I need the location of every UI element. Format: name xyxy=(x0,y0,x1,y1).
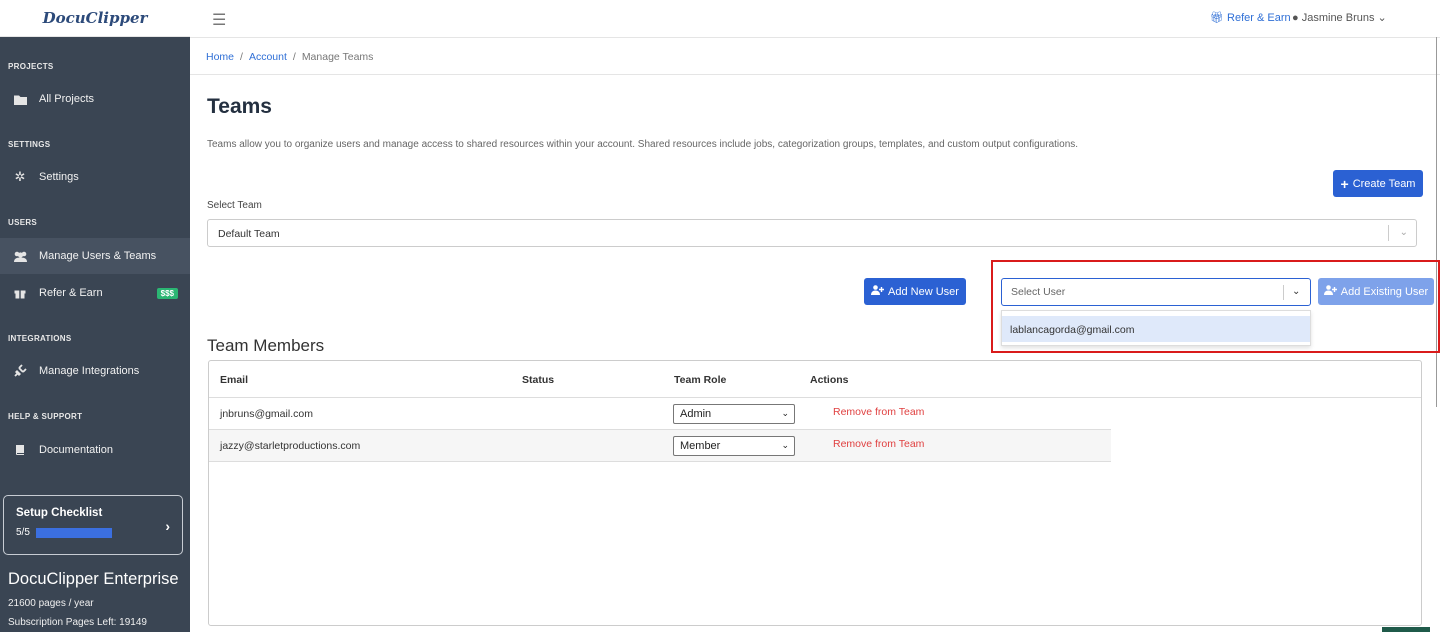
checklist-progress-bar xyxy=(35,527,112,538)
breadcrumb-current: Manage Teams xyxy=(301,51,374,63)
column-header-actions: Actions xyxy=(810,374,849,386)
column-header-team-role: Team Role xyxy=(674,374,727,386)
book-icon xyxy=(10,444,30,456)
plan-pages-left: Subscription Pages Left: 19149 xyxy=(8,617,147,628)
sidebar: DocuClipper PROJECTS All Projects SETTIN… xyxy=(0,0,190,632)
chevron-down-icon: ⌄ xyxy=(781,408,789,418)
plan-name: DocuClipper Enterprise xyxy=(8,570,179,588)
section-label-settings: SETTINGS xyxy=(8,140,51,149)
checklist-progress-fill xyxy=(35,527,112,538)
page-description: Teams allow you to organize users and ma… xyxy=(207,139,1079,150)
role-value: Admin xyxy=(680,408,712,420)
refer-earn-link[interactable]: 🎁︎ Refer & Earn xyxy=(1210,11,1291,24)
sidebar-item-documentation[interactable]: Documentation xyxy=(0,432,190,468)
user-menu[interactable]: ● Jasmine Bruns ⌄ xyxy=(1292,11,1387,24)
user-circle-icon: ● xyxy=(1292,12,1299,24)
header-divider xyxy=(209,397,1421,398)
create-team-button[interactable]: + Create Team xyxy=(1333,170,1423,197)
sidebar-item-label: All Projects xyxy=(39,93,95,105)
chevron-down-icon: ⌄ xyxy=(1377,12,1387,24)
sidebar-item-label: Refer & Earn xyxy=(39,287,103,299)
folder-icon xyxy=(10,94,30,105)
team-members-table xyxy=(208,360,1422,626)
plan-pages-per-year: 21600 pages / year xyxy=(8,598,94,609)
remove-from-team-link[interactable]: Remove from Team xyxy=(833,438,924,450)
sidebar-item-label: Settings xyxy=(39,171,79,183)
add-new-user-label: Add New User xyxy=(888,285,959,298)
section-label-users: USERS xyxy=(8,218,38,227)
row-divider xyxy=(209,461,1111,462)
checklist-title: Setup Checklist xyxy=(16,507,103,519)
add-new-user-button[interactable]: Add New User xyxy=(864,278,966,305)
sidebar-item-label: Documentation xyxy=(39,444,113,456)
remove-from-team-link[interactable]: Remove from Team xyxy=(833,406,924,418)
column-header-email: Email xyxy=(220,374,249,386)
sidebar-item-all-projects[interactable]: All Projects xyxy=(0,81,190,117)
select-team-label: Select Team xyxy=(207,200,262,211)
users-icon xyxy=(10,251,30,262)
chevron-down-icon: ⌄ xyxy=(1388,225,1408,241)
logo-text: DocuClipper xyxy=(42,9,148,27)
add-user-icon xyxy=(871,285,885,298)
checklist-progress-text: 5/5 xyxy=(16,527,30,538)
earn-badge: $$$ xyxy=(156,287,178,299)
gear-icon: ✲ xyxy=(14,169,26,184)
row-email: jnbruns@gmail.com xyxy=(220,408,313,420)
row-email: jazzy@starletproductions.com xyxy=(220,440,361,452)
floating-widget[interactable] xyxy=(1382,627,1430,632)
chevron-right-icon: › xyxy=(165,518,170,534)
selected-team: Default Team xyxy=(218,228,280,240)
sidebar-item-refer-earn[interactable]: Refer & Earn $$$ xyxy=(0,275,190,311)
column-header-status: Status xyxy=(522,374,555,386)
sidebar-item-settings[interactable]: ✲ Settings xyxy=(0,159,190,195)
breadcrumb-home[interactable]: Home xyxy=(206,51,234,63)
plug-icon xyxy=(10,364,30,378)
create-team-label: Create Team xyxy=(1352,177,1416,190)
section-label-help: HELP & SUPPORT xyxy=(8,412,83,421)
plus-icon: + xyxy=(1340,175,1349,192)
row-divider xyxy=(209,429,1111,430)
team-select[interactable]: Default Team ⌄ xyxy=(207,219,1417,247)
role-select[interactable]: Admin ⌄ xyxy=(673,404,795,424)
gift-icon xyxy=(10,287,30,299)
hamburger-menu-icon[interactable]: ☰ xyxy=(212,10,226,30)
setup-checklist[interactable]: Setup Checklist 5/5 › xyxy=(3,495,183,555)
user-name: Jasmine Bruns xyxy=(1301,12,1375,24)
breadcrumb-account[interactable]: Account xyxy=(249,51,287,63)
top-bar: ☰ 🎁︎ Refer & Earn ● Jasmine Bruns ⌄ xyxy=(190,0,1440,37)
role-value: Member xyxy=(680,440,721,452)
highlight-box xyxy=(991,260,1440,353)
sidebar-item-label: Manage Users & Teams xyxy=(39,250,157,262)
sidebar-item-manage-users-teams[interactable]: Manage Users & Teams xyxy=(0,238,190,274)
chevron-down-icon: ⌄ xyxy=(781,440,789,450)
page-title: Teams xyxy=(207,95,272,118)
sidebar-item-manage-integrations[interactable]: Manage Integrations xyxy=(0,353,190,389)
gift-icon: 🎁︎ xyxy=(1210,12,1224,24)
section-label-integrations: INTEGRATIONS xyxy=(8,334,72,343)
brand-logo[interactable]: DocuClipper xyxy=(0,0,190,37)
breadcrumb: Home / Account / Manage Teams xyxy=(190,37,1440,75)
team-members-title: Team Members xyxy=(207,336,325,355)
refer-earn-label: Refer & Earn xyxy=(1227,12,1291,24)
section-label-projects: PROJECTS xyxy=(8,62,54,71)
role-select[interactable]: Member ⌄ xyxy=(673,436,795,456)
sidebar-item-label: Manage Integrations xyxy=(39,365,140,377)
